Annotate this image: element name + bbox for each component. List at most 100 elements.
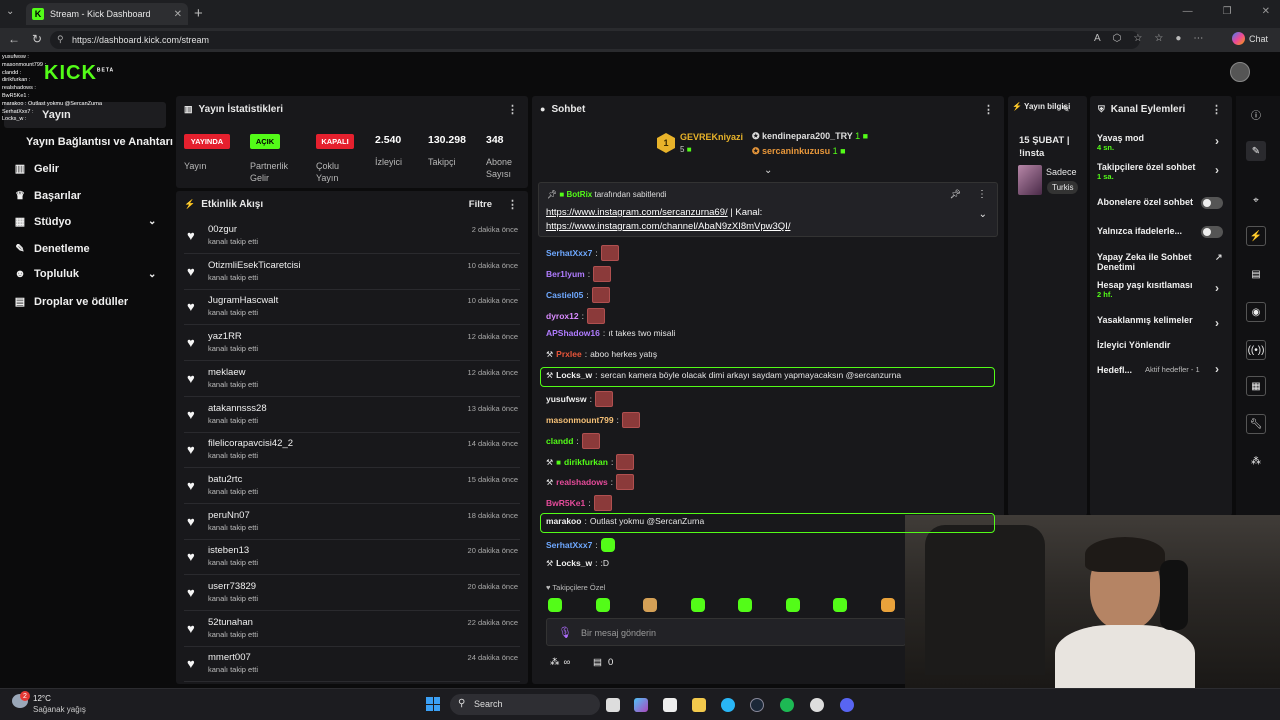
chat-username[interactable]: SerhatXxx7: [546, 248, 592, 258]
more-icon[interactable]: ⋮: [1211, 103, 1222, 116]
channel-action-item[interactable]: Abonelere özel sohbet: [1097, 197, 1227, 209]
activity-row[interactable]: ♥ JugramHascwalt kanalı takip etti 10 dakik…: [184, 290, 520, 326]
chat-message[interactable]: ⚒ realshadows:: [546, 474, 635, 490]
chat-username[interactable]: yusufwsw: [546, 394, 587, 404]
chat-username[interactable]: BwR5Ke1: [546, 498, 585, 508]
activity-username[interactable]: 00zgur: [208, 224, 237, 235]
gifter-row[interactable]: ✪ kendinepara200_TRY 1 ■: [752, 131, 868, 142]
task-view-icon[interactable]: [606, 698, 620, 712]
activity-username[interactable]: isteben13: [208, 545, 249, 556]
extensions-icon[interactable]: ⬡: [1113, 33, 1122, 44]
more-icon[interactable]: ⋯: [1193, 33, 1203, 44]
chat-message[interactable]: yusufwsw:: [546, 391, 613, 407]
activity-username[interactable]: atakannsss28: [208, 403, 267, 414]
chat-input[interactable]: 🎙︎ Bir mesaj gönderin: [546, 618, 906, 646]
activity-row[interactable]: ♥ mmert007 kanalı takip etti 24 dakika önce: [184, 647, 520, 683]
activity-row[interactable]: ♥ batu2rtc kanalı takip etti 15 dakika önce: [184, 469, 520, 504]
chat-settings[interactable]: ⁂ ∞: [550, 657, 570, 668]
broadcast-icon[interactable]: ((•)): [1246, 340, 1266, 360]
activity-username[interactable]: JugramHascwalt: [208, 295, 278, 306]
user-avatar[interactable]: [1230, 62, 1250, 82]
chat-username[interactable]: realshadows: [556, 477, 608, 487]
chat-bubble-icon[interactable]: ◉: [1246, 302, 1266, 322]
collections-icon[interactable]: ☆: [1154, 33, 1163, 44]
activity-username[interactable]: 52tunahan: [208, 617, 253, 628]
edge-icon[interactable]: [721, 698, 735, 712]
sidebar-item-drops[interactable]: ▤ Droplar ve ödüller: [14, 295, 128, 309]
sidebar-item-revenue[interactable]: ▥ Gelir: [14, 162, 59, 176]
more-icon[interactable]: ⋮: [507, 198, 518, 211]
profile-icon[interactable]: ●: [1175, 33, 1181, 44]
site-info-icon[interactable]: ⚲: [57, 34, 64, 45]
copilot-chat-button[interactable]: Chat: [1232, 32, 1268, 45]
back-icon[interactable]: ←: [8, 32, 20, 46]
sidebar-item-studio[interactable]: ▦ Stüdyo ⌄: [14, 215, 164, 229]
activity-row[interactable]: ♥ yaz1RR kanalı takip etti 12 dakika önce: [184, 326, 520, 362]
activity-username[interactable]: mmert007: [208, 652, 251, 663]
filter-button[interactable]: Filtre: [469, 199, 492, 210]
reload-icon[interactable]: ↻: [32, 32, 42, 46]
gifter-row[interactable]: ✪ sercaninkuzusu 1 ■: [752, 146, 846, 157]
bolt-icon[interactable]: ⚡: [1246, 226, 1266, 246]
chevron-down-icon[interactable]: ⌄: [979, 209, 987, 220]
url-input[interactable]: ⚲ https://dashboard.kick.com/stream: [50, 31, 1140, 49]
emote-button[interactable]: [880, 598, 895, 612]
obs-icon[interactable]: [810, 698, 824, 712]
chat-message[interactable]: ⚒ Prxlee: aboo herkes yatış: [546, 349, 657, 359]
activity-username[interactable]: yaz1RR: [208, 331, 242, 342]
activity-row[interactable]: ♥ 52tunahan kanalı takip etti 22 dakika önc…: [184, 612, 520, 647]
chat-message[interactable]: masonmount799:: [546, 412, 640, 428]
chat-username[interactable]: SerhatXxx7: [546, 540, 592, 550]
top-gifter-name[interactable]: GEVREKniyazi: [680, 132, 743, 142]
activity-username[interactable]: filelicorapavcisi42_2: [208, 438, 293, 449]
file-explorer-icon[interactable]: [692, 698, 706, 712]
channel-action-item[interactable]: Takipçilere özel sohbet 1 sa. ›: [1097, 162, 1227, 181]
activity-username[interactable]: batu2rtc: [208, 474, 242, 485]
channel-points[interactable]: ▤ 0: [593, 657, 613, 668]
more-icon[interactable]: ⋮: [507, 103, 518, 116]
activity-row[interactable]: ♥ meklaew kanalı takip etti 12 dakika önce: [184, 362, 520, 397]
sidebar-item-moderation[interactable]: ✎ Denetleme: [14, 242, 89, 256]
chat-message[interactable]: Castiel05:: [546, 287, 610, 303]
chat-username[interactable]: Castiel05: [546, 290, 583, 300]
status-badge-multistream[interactable]: KAPALI: [316, 134, 354, 149]
spotify-icon[interactable]: [780, 698, 794, 712]
emote-button[interactable]: [785, 598, 800, 612]
status-badge-partner[interactable]: AÇIK: [250, 134, 280, 149]
weather-desc[interactable]: Sağanak yağış: [33, 705, 86, 714]
more-icon[interactable]: ⋮: [977, 189, 987, 200]
read-aloud-icon[interactable]: A: [1094, 33, 1101, 44]
activity-username[interactable]: peruNn07: [208, 510, 250, 521]
document-icon[interactable]: ▤: [1246, 264, 1266, 284]
activity-row[interactable]: ♥ atakannsss28 kanalı takip etti 13 dakika …: [184, 398, 520, 433]
activity-row[interactable]: ♥ peruNn07 kanalı takip etti 18 dakika önce: [184, 505, 520, 540]
emote-button[interactable]: [548, 598, 562, 612]
channel-action-item[interactable]: İzleyici Yönlendir: [1097, 340, 1227, 350]
taskbar-search[interactable]: ⚲ Search: [450, 694, 600, 715]
close-window-icon[interactable]: ✕: [1262, 6, 1270, 17]
chat-username[interactable]: clandd: [546, 436, 573, 446]
steam-icon[interactable]: [750, 698, 764, 712]
more-icon[interactable]: ⋮: [983, 103, 994, 116]
category-thumbnail[interactable]: [1018, 165, 1042, 195]
pencil-icon[interactable]: ✎: [1246, 141, 1266, 161]
chat-message[interactable]: dyrox12:: [546, 308, 605, 324]
activity-row[interactable]: ♥ isteben13 kanalı takip etti 20 dakika önc…: [184, 540, 520, 576]
emote-button[interactable]: [643, 598, 657, 612]
emote-button[interactable]: [595, 598, 610, 612]
chat-username[interactable]: Locks_w: [556, 558, 592, 568]
chat-message[interactable]: SerhatXxx7:: [546, 538, 615, 552]
copilot-icon[interactable]: [634, 698, 648, 712]
chat-username[interactable]: APShadow16: [546, 328, 600, 338]
toggle-switch[interactable]: [1201, 226, 1223, 238]
unpin-icon[interactable]: 📌︎: [950, 189, 961, 200]
minimize-icon[interactable]: —: [1183, 6, 1193, 17]
edit-icon[interactable]: ✎: [1062, 104, 1070, 115]
new-tab-icon[interactable]: +: [194, 5, 203, 22]
chat-message[interactable]: APShadow16: ıt takes two misali: [546, 328, 675, 338]
microphone-icon[interactable]: 🎙︎: [558, 626, 572, 639]
chat-message[interactable]: clandd:: [546, 433, 600, 449]
activity-username[interactable]: OtizmliEsekTicaretcisi: [208, 260, 301, 271]
sidebar-item-achievements[interactable]: ♛ Başarılar: [14, 189, 81, 203]
emote-button[interactable]: [833, 598, 847, 612]
